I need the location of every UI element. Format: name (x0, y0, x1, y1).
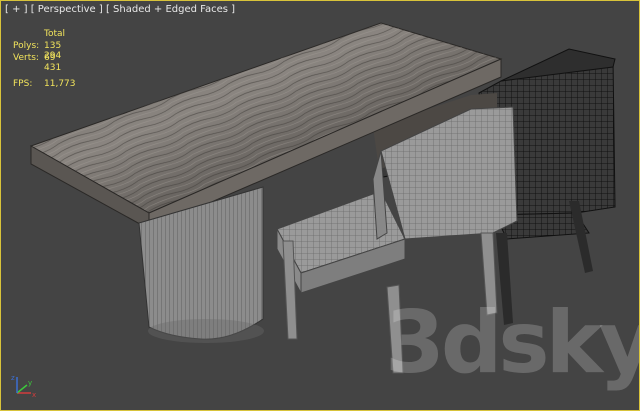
svg-text:z: z (11, 374, 15, 382)
polys-label: Polys: (13, 41, 40, 51)
fps-label: FPS: (13, 79, 33, 89)
axis-gizmo-icon: x y z (11, 374, 36, 399)
viewport-label[interactable]: [ + ] [ Perspective ] [ Shaded + Edged F… (5, 4, 235, 15)
verts-label: Verts: (13, 53, 39, 63)
fps-value: 11,773 (44, 79, 76, 89)
stats-header: Total (44, 29, 66, 39)
viewport-perspective[interactable]: [ + ] [ Perspective ] [ Shaded + Edged F… (0, 0, 640, 411)
svg-text:x: x (32, 391, 36, 399)
scene-render[interactable] (1, 1, 640, 411)
svg-text:y: y (28, 379, 32, 387)
verts-value: 69 431 (44, 53, 62, 73)
